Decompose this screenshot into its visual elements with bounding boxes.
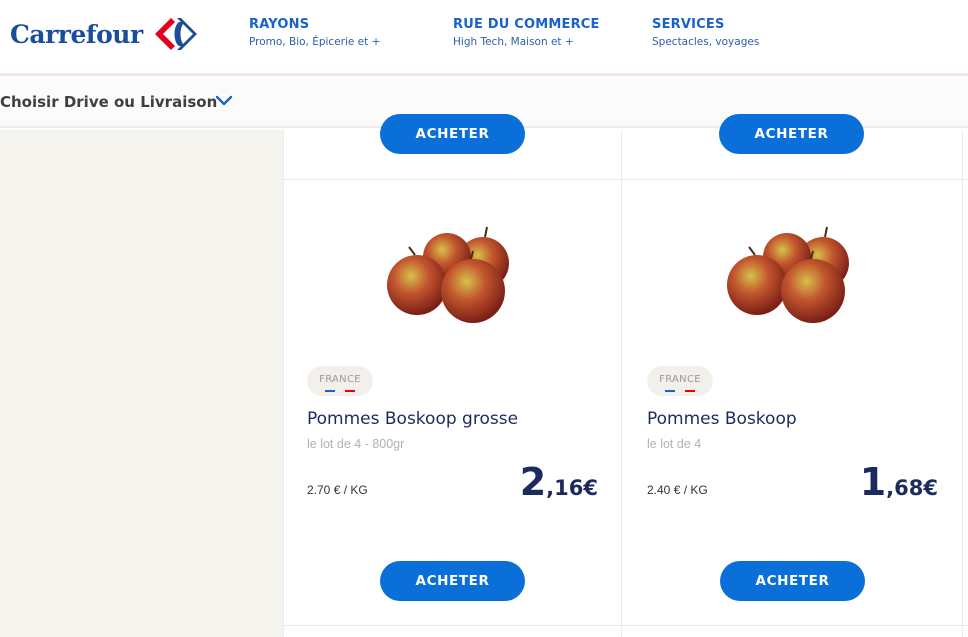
- unit-price: 2.70 € / KG: [307, 483, 368, 497]
- flag-blue: [665, 390, 675, 392]
- chevron-down-icon[interactable]: [214, 93, 234, 109]
- grid-divider: [962, 130, 963, 637]
- filter-sidebar: [0, 130, 283, 637]
- site-header: Carrefour RAYONS Promo, Bio, Épicerie et…: [0, 0, 968, 76]
- flag-red: [685, 390, 695, 392]
- price-decimal: ,68€: [886, 476, 938, 500]
- nav-rayons[interactable]: RAYONS Promo, Bio, Épicerie et +: [249, 17, 380, 48]
- nav-rayons-subtitle: Promo, Bio, Épicerie et +: [249, 36, 381, 48]
- origin-label: FRANCE: [319, 374, 361, 385]
- nav-rayons-title: RAYONS: [249, 17, 310, 32]
- nav-rue-du-commerce[interactable]: RUE DU COMMERCE High Tech, Maison et +: [453, 17, 600, 48]
- price-decimal: ,16€: [546, 476, 598, 500]
- logo-text: Carrefour: [10, 19, 143, 49]
- product-name[interactable]: Pommes Boskoop: [647, 409, 797, 429]
- flag-red: [345, 390, 355, 392]
- unit-price: 2.40 € / KG: [647, 483, 708, 497]
- buy-button[interactable]: ACHETER: [380, 114, 525, 154]
- nav-rue-du-commerce-subtitle: High Tech, Maison et +: [453, 36, 574, 48]
- price-integer: 1: [859, 460, 887, 504]
- product-card[interactable]: FRANCE Pommes Boskoop grosse le lot de 4…: [283, 180, 622, 626]
- carrefour-logo-icon: [154, 18, 197, 50]
- product-image-apples: [387, 226, 509, 323]
- buy-button[interactable]: ACHETER: [380, 561, 525, 601]
- flag-blue: [325, 390, 335, 392]
- buy-button[interactable]: ACHETER: [720, 561, 865, 601]
- product-name[interactable]: Pommes Boskoop grosse: [307, 409, 518, 429]
- product-description: le lot de 4 - 800gr: [307, 437, 405, 451]
- drive-delivery-label: Choisir Drive ou Livraison: [0, 93, 218, 111]
- origin-label: FRANCE: [659, 374, 701, 385]
- buy-button[interactable]: ACHETER: [719, 114, 864, 154]
- nav-rue-du-commerce-title: RUE DU COMMERCE: [453, 17, 600, 32]
- nav-services-title: SERVICES: [652, 17, 725, 32]
- product-price: 2,16€: [520, 460, 598, 504]
- origin-badge: FRANCE: [647, 366, 713, 396]
- nav-services-subtitle: Spectacles, voyages: [652, 36, 760, 48]
- product-grid: ACHETER ACHETER FRANCE Pommes Boskoop gr…: [283, 114, 968, 637]
- origin-badge: FRANCE: [307, 366, 373, 396]
- carrefour-logo[interactable]: Carrefour: [10, 16, 199, 52]
- price-integer: 2: [519, 460, 547, 504]
- product-image-apples: [727, 226, 849, 323]
- product-price: 1,68€: [860, 460, 938, 504]
- nav-services[interactable]: SERVICES Spectacles, voyages: [652, 17, 759, 48]
- product-description: le lot de 4: [647, 437, 702, 451]
- product-card[interactable]: FRANCE Pommes Boskoop le lot de 4 2.40 €…: [623, 180, 962, 626]
